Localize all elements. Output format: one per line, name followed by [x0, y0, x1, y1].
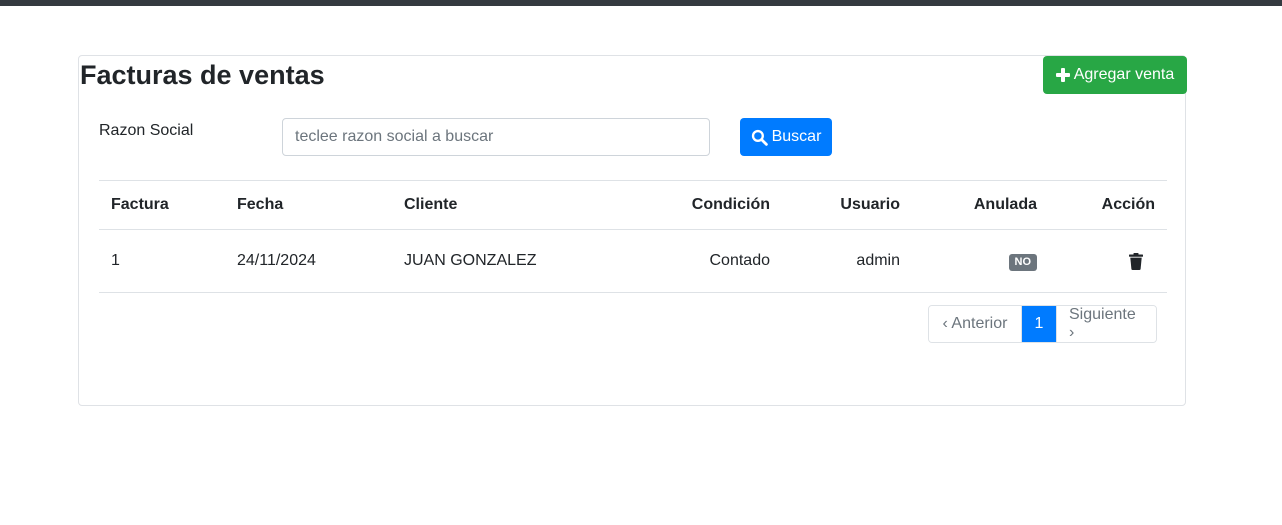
search-label: Razon Social [99, 122, 194, 139]
pagination-next[interactable]: Siguiente › [1056, 306, 1156, 342]
cell-accion [1049, 229, 1167, 293]
header-accion: Acción [1049, 180, 1167, 230]
table-header-row: Factura Fecha Cliente Condición Usuario … [99, 180, 1167, 230]
header-cliente: Cliente [392, 180, 592, 230]
search-input[interactable] [282, 118, 710, 156]
invoices-table: Factura Fecha Cliente Condición Usuario … [99, 180, 1167, 293]
header-anulada: Anulada [912, 180, 1049, 230]
cell-factura: 1 [99, 229, 225, 293]
cell-anulada: NO [912, 229, 1049, 293]
cell-cliente: JUAN GONZALEZ [392, 229, 592, 293]
plus-icon [1055, 68, 1070, 82]
search-button[interactable]: Buscar [740, 118, 832, 156]
sales-invoices-card: Facturas de ventas Agregar venta Razon S… [78, 55, 1187, 406]
page-title: Facturas de ventas [80, 60, 325, 90]
add-sale-label: Agregar venta [1073, 66, 1175, 83]
cell-usuario: admin [782, 229, 912, 293]
table-row: 1 24/11/2024 JUAN GONZALEZ Contado admin… [99, 229, 1167, 293]
header-fecha: Fecha [225, 180, 392, 230]
pagination-page-1[interactable]: 1 [1021, 306, 1056, 342]
header-condicion: Condición [592, 180, 782, 230]
header-usuario: Usuario [782, 180, 912, 230]
trash-icon [1129, 253, 1143, 270]
header-factura: Factura [99, 180, 225, 230]
add-sale-button[interactable]: Agregar venta [1043, 56, 1187, 94]
cell-fecha: 24/11/2024 [225, 229, 392, 293]
pagination-prev[interactable]: ‹ Anterior [929, 306, 1021, 342]
pagination: ‹ Anterior 1 Siguiente › [928, 305, 1157, 343]
top-navbar [0, 0, 1282, 6]
search-icon [751, 129, 768, 146]
delete-button[interactable] [1129, 247, 1155, 275]
status-badge: NO [1008, 253, 1037, 271]
search-button-label: Buscar [771, 128, 822, 145]
cell-condicion: Contado [592, 229, 782, 293]
invoices-table-wrapper: Factura Fecha Cliente Condición Usuario … [99, 180, 1167, 293]
